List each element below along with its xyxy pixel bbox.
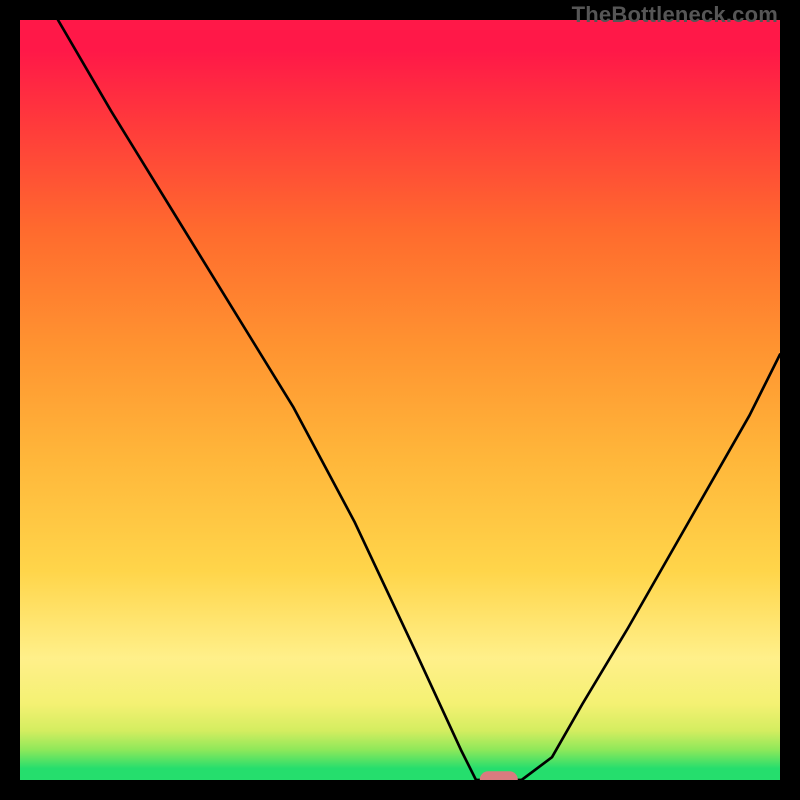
selected-point-marker	[480, 771, 518, 780]
chart-svg	[20, 20, 780, 780]
gradient-background	[20, 20, 780, 780]
watermark-text: TheBottleneck.com	[572, 2, 778, 28]
plot-area	[20, 20, 780, 780]
chart-frame: TheBottleneck.com	[0, 0, 800, 800]
